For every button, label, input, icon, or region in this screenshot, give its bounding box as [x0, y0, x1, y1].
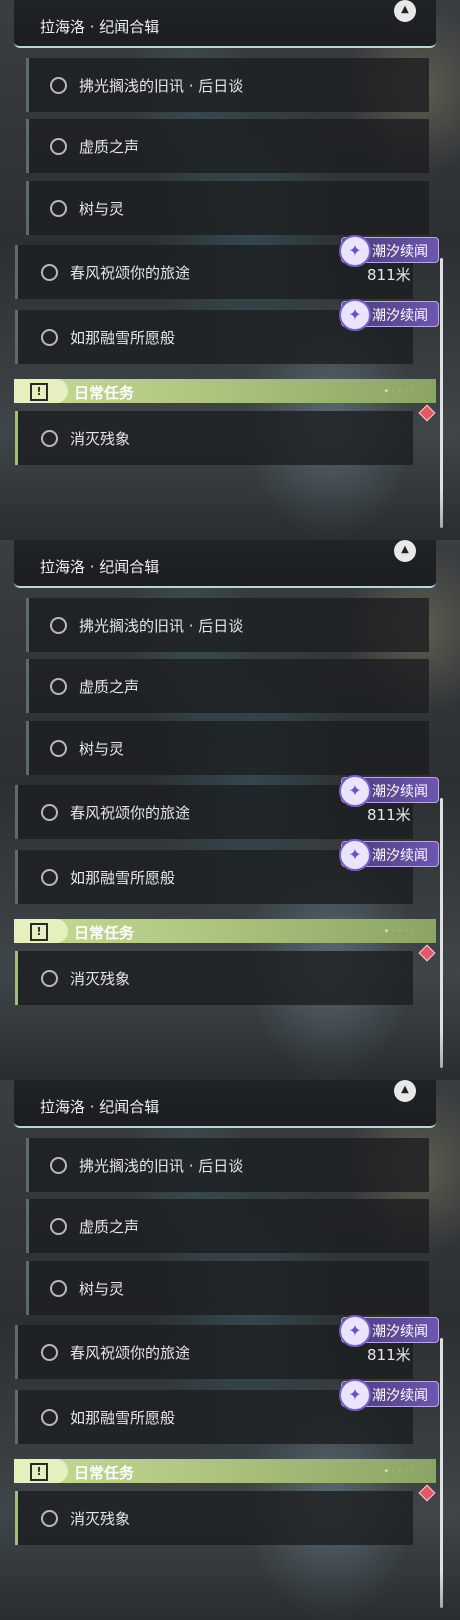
quest-panel-2: 拉海洛 · 纪闻合辑 ▲ 拂光搁浅的旧讯 · 后日谈 虚质之声 树与灵 春风祝颂…: [0, 540, 460, 1080]
tide-story-badge: ✦ 潮汐续闻: [339, 775, 439, 807]
quest-group-header[interactable]: 拉海洛 · 纪闻合辑 ▲: [14, 0, 436, 48]
alert-icon: !: [30, 383, 48, 401]
quest-status-circle-icon: [50, 138, 67, 155]
daily-tasks-header[interactable]: ! 日常任务 ◈ ◦ ◦ ◦ ◦ ◦: [14, 379, 436, 403]
subquest-label: 虚质之声: [79, 138, 140, 156]
scrollbar[interactable]: [440, 1338, 443, 1608]
subquest-item[interactable]: 拂光搁浅的旧讯 · 后日谈: [26, 58, 429, 112]
quest-group-header[interactable]: 拉海洛 · 纪闻合辑 ▲: [14, 540, 436, 588]
daily-tasks-header[interactable]: ! 日常任务 ◈ ◦ ◦ ◦ ◦ ◦: [14, 919, 436, 943]
quest-status-circle-icon: [41, 264, 58, 281]
sparkle-icon: ✦: [339, 235, 371, 267]
quest-group-title: 拉海洛 · 纪闻合辑: [40, 1098, 160, 1116]
daily-task-label: 消灭残象: [70, 1510, 131, 1528]
subquest-item[interactable]: 树与灵: [26, 181, 429, 235]
quest-label: 如那融雪所愿般: [70, 1409, 176, 1427]
chevron-up-icon[interactable]: ▲: [394, 1080, 416, 1102]
badge-label: 潮汐续闻: [372, 1388, 428, 1404]
quest-status-circle-icon: [50, 617, 67, 634]
scrollbar[interactable]: [440, 798, 443, 1068]
sparkle-icon: ✦: [339, 775, 371, 807]
chevron-up-icon[interactable]: ▲: [394, 0, 416, 22]
subquest-label: 树与灵: [79, 200, 125, 218]
quest-status-circle-icon: [50, 740, 67, 757]
tide-story-badge: ✦ 潮汐续闻: [339, 1315, 439, 1347]
alert-icon: !: [30, 923, 48, 941]
daily-task-item[interactable]: 消灭残象: [15, 411, 413, 465]
quest-group-header[interactable]: 拉海洛 · 纪闻合辑 ▲: [14, 1080, 436, 1128]
quest-distance: 811米: [367, 806, 411, 824]
chevron-up-icon[interactable]: ▲: [394, 540, 416, 562]
subquest-label: 虚质之声: [79, 678, 140, 696]
quest-label: 春风祝颂你的旅途: [70, 804, 191, 822]
badge-label: 潮汐续闻: [372, 784, 428, 800]
subquest-item[interactable]: 拂光搁浅的旧讯 · 后日谈: [26, 598, 429, 652]
quest-label: 如那融雪所愿般: [70, 869, 176, 887]
decorative-pattern: ◈ ◦ ◦ ◦ ◦ ◦: [384, 1468, 422, 1474]
tide-story-badge: ✦ 潮汐续闻: [339, 235, 439, 267]
decorative-pattern: ◈ ◦ ◦ ◦ ◦ ◦: [384, 928, 422, 934]
sparkle-icon: ✦: [339, 839, 371, 871]
alert-icon: !: [30, 1463, 48, 1481]
quest-label: 如那融雪所愿般: [70, 329, 176, 347]
quest-status-circle-icon: [41, 430, 58, 447]
badge-label: 潮汐续闻: [372, 848, 428, 864]
quest-distance: 811米: [367, 1346, 411, 1364]
daily-task-label: 消灭残象: [70, 970, 131, 988]
subquest-label: 拂光搁浅的旧讯 · 后日谈: [79, 77, 244, 95]
sparkle-icon: ✦: [339, 1315, 371, 1347]
subquest-item[interactable]: 虚质之声: [26, 1199, 429, 1253]
quest-status-circle-icon: [41, 1344, 58, 1361]
subquest-label: 树与灵: [79, 740, 125, 758]
tide-story-badge: ✦ 潮汐续闻: [339, 299, 439, 331]
quest-status-circle-icon: [50, 77, 67, 94]
subquest-item[interactable]: 虚质之声: [26, 119, 429, 173]
quest-panel-3: 拉海洛 · 纪闻合辑 ▲ 拂光搁浅的旧讯 · 后日谈 虚质之声 树与灵 春风祝颂…: [0, 1080, 460, 1620]
quest-status-circle-icon: [50, 678, 67, 695]
badge-label: 潮汐续闻: [372, 1324, 428, 1340]
tide-story-badge: ✦ 潮汐续闻: [339, 1379, 439, 1411]
daily-task-label: 消灭残象: [70, 430, 131, 448]
quest-distance: 811米: [367, 266, 411, 284]
decorative-pattern: ◈ ◦ ◦ ◦ ◦ ◦: [384, 388, 422, 394]
quest-group-title: 拉海洛 · 纪闻合辑: [40, 558, 160, 576]
quest-status-circle-icon: [41, 1409, 58, 1426]
quest-status-circle-icon: [50, 200, 67, 217]
quest-label: 春风祝颂你的旅途: [70, 1344, 191, 1362]
daily-tasks-title: 日常任务: [74, 924, 135, 942]
subquest-item[interactable]: 虚质之声: [26, 659, 429, 713]
daily-task-item[interactable]: 消灭残象: [15, 1491, 413, 1545]
quest-label: 春风祝颂你的旅途: [70, 264, 191, 282]
scrollbar[interactable]: [440, 258, 443, 528]
subquest-label: 拂光搁浅的旧讯 · 后日谈: [79, 617, 244, 635]
badge-label: 潮汐续闻: [372, 244, 428, 260]
daily-tasks-title: 日常任务: [74, 384, 135, 402]
subquest-label: 树与灵: [79, 1280, 125, 1298]
quest-status-circle-icon: [41, 869, 58, 886]
quest-status-circle-icon: [41, 1510, 58, 1527]
quest-status-circle-icon: [50, 1280, 67, 1297]
daily-task-item[interactable]: 消灭残象: [15, 951, 413, 1005]
quest-status-circle-icon: [50, 1157, 67, 1174]
quest-status-circle-icon: [41, 329, 58, 346]
quest-status-circle-icon: [41, 804, 58, 821]
daily-tasks-title: 日常任务: [74, 1464, 135, 1482]
subquest-label: 拂光搁浅的旧讯 · 后日谈: [79, 1157, 244, 1175]
subquest-item[interactable]: 树与灵: [26, 721, 429, 775]
quest-status-circle-icon: [50, 1218, 67, 1235]
sparkle-icon: ✦: [339, 299, 371, 331]
daily-tasks-header[interactable]: ! 日常任务 ◈ ◦ ◦ ◦ ◦ ◦: [14, 1459, 436, 1483]
quest-status-circle-icon: [41, 970, 58, 987]
quest-panel-1: 拉海洛 · 纪闻合辑 ▲ 拂光搁浅的旧讯 · 后日谈 虚质之声 树与灵 春风祝颂…: [0, 0, 460, 540]
subquest-label: 虚质之声: [79, 1218, 140, 1236]
tide-story-badge: ✦ 潮汐续闻: [339, 839, 439, 871]
quest-group-title: 拉海洛 · 纪闻合辑: [40, 18, 160, 36]
subquest-item[interactable]: 树与灵: [26, 1261, 429, 1315]
subquest-item[interactable]: 拂光搁浅的旧讯 · 后日谈: [26, 1138, 429, 1192]
sparkle-icon: ✦: [339, 1379, 371, 1411]
badge-label: 潮汐续闻: [372, 308, 428, 324]
